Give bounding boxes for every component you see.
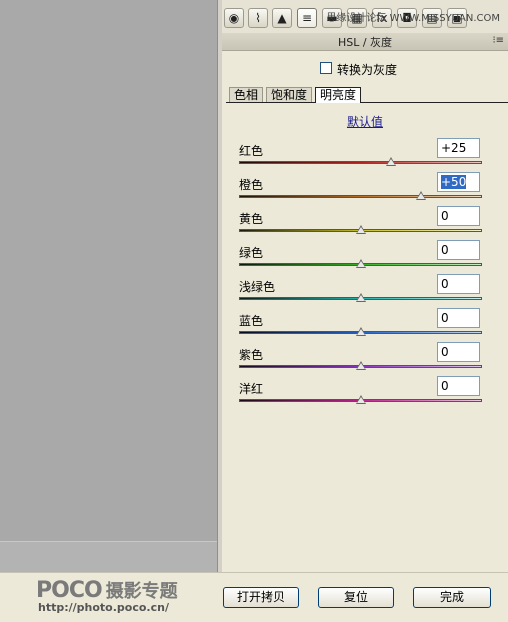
tab-saturation[interactable]: 饱和度: [266, 87, 313, 102]
slider-value-text: 0: [441, 379, 449, 393]
slider-label: 黄色: [239, 212, 264, 226]
open-copy-button[interactable]: 打开拷贝: [223, 587, 299, 608]
slider-value-input[interactable]: 0: [437, 376, 480, 396]
slider-thumb[interactable]: [355, 361, 366, 370]
slider-value-text: +25: [441, 141, 467, 155]
slider-value-text: 0: [441, 277, 449, 291]
convert-grayscale-label: 转换为灰度: [337, 63, 398, 77]
reset-button[interactable]: 复位: [318, 587, 394, 608]
slider-label: 浅绿色: [239, 280, 276, 294]
slider-row: 橙色 +50: [239, 172, 503, 210]
slider-label: 紫色: [239, 348, 264, 362]
slider-row: 紫色 0: [239, 342, 503, 380]
slider-value-input[interactable]: +25: [437, 138, 480, 158]
slider-row: 黄色 0: [239, 206, 503, 244]
done-button[interactable]: 完成: [413, 587, 491, 608]
hsl-tabs: 色相 饱和度 明亮度: [226, 87, 508, 103]
slider-thumb[interactable]: [355, 395, 366, 404]
slider-value-text: 0: [441, 311, 449, 325]
slider-value-input[interactable]: 0: [437, 240, 480, 260]
watermark-text: 思缘设计论坛 WWW.MISSYUAN.COM: [326, 13, 500, 24]
slider-value-text: +50: [441, 175, 467, 189]
slider-label: 橙色: [239, 178, 264, 192]
logo-url: http://photo.poco.cn/: [38, 601, 169, 614]
slider-row: 红色 +25: [239, 138, 503, 176]
slider-value-text: 0: [441, 209, 449, 223]
tab-hue[interactable]: 色相: [229, 87, 264, 102]
slider-thumb[interactable]: [355, 293, 366, 302]
adjustment-panel: ▣ ▤ ◘ fx ▦ ▬ ≡ ▲ ⌇ ◉ 思缘设计论坛 WWW.MISSYUAN.COM HSL …: [222, 0, 508, 572]
logo-tagline: 摄影专题: [105, 581, 178, 602]
panel-toolbar: ▣ ▤ ◘ fx ▦ ▬ ≡ ▲ ⌇ ◉ 思缘设计论坛 WWW.MISSYUAN.COM: [222, 0, 508, 34]
tone-curve-icon[interactable]: ⌇: [248, 8, 268, 28]
slider-thumb[interactable]: [355, 259, 366, 268]
slider-thumb[interactable]: [385, 157, 396, 166]
slider-label: 红色: [239, 144, 264, 158]
section-header: HSL / 灰度 ⁝≡: [222, 33, 508, 51]
slider-row: 浅绿色 0: [239, 274, 503, 312]
bottom-bar: POCO 摄影专题 http://photo.poco.cn/ 打开拷贝 复位 完…: [0, 572, 508, 622]
slider-value-input[interactable]: 0: [437, 274, 480, 294]
hsl-icon[interactable]: ≡: [297, 8, 317, 28]
slider-thumb[interactable]: [355, 327, 366, 336]
default-link[interactable]: 默认值: [222, 113, 508, 130]
panel-menu-icon[interactable]: ⁝≡: [492, 35, 504, 46]
convert-grayscale-checkbox[interactable]: [320, 62, 332, 74]
slider-row: 绿色 0: [239, 240, 503, 278]
image-preview[interactable]: [0, 0, 217, 573]
detail-icon[interactable]: ▲: [272, 8, 292, 28]
slider-label: 洋红: [239, 382, 264, 396]
slider-value-input[interactable]: 0: [437, 308, 480, 328]
slider-row: 洋红 0: [239, 376, 503, 414]
slider-label: 绿色: [239, 246, 264, 260]
preview-status-strip: [0, 541, 217, 573]
slider-thumb[interactable]: [416, 191, 427, 200]
slider-value-input[interactable]: 0: [437, 342, 480, 362]
slider-value-input[interactable]: +50: [437, 172, 480, 192]
tab-luminance[interactable]: 明亮度: [315, 87, 362, 103]
slider-track[interactable]: [239, 161, 482, 164]
slider-track[interactable]: [239, 195, 482, 198]
poco-logo: POCO 摄影专题 http://photo.poco.cn/: [36, 577, 178, 614]
slider-row: 蓝色 0: [239, 308, 503, 346]
slider-thumb[interactable]: [355, 225, 366, 234]
basic-icon[interactable]: ◉: [224, 8, 244, 28]
slider-label: 蓝色: [239, 314, 264, 328]
logo-brand: POCO: [36, 578, 103, 603]
slider-value-input[interactable]: 0: [437, 206, 480, 226]
slider-value-text: 0: [441, 243, 449, 257]
section-title: HSL / 灰度: [337, 36, 393, 49]
slider-value-text: 0: [441, 345, 449, 359]
